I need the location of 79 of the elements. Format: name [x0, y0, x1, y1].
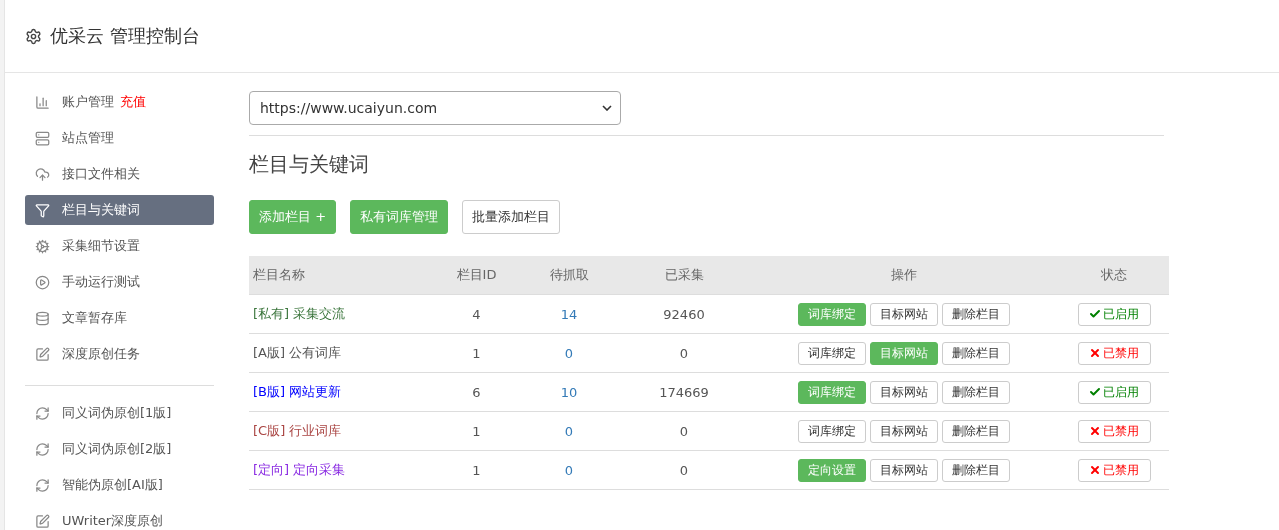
database-icon	[35, 310, 50, 326]
filter-icon	[35, 202, 50, 218]
sidebar-item[interactable]: UWriter深度原创	[25, 506, 214, 530]
chevron-down-icon	[602, 105, 612, 111]
sidebar-item[interactable]: 栏目与关键词	[25, 195, 214, 225]
recharge-link[interactable]: 充值	[120, 93, 146, 111]
column-name: [定向] 定向采集	[253, 461, 346, 479]
table-cell: 0	[564, 462, 574, 478]
row-action-button[interactable]: 删除栏目	[942, 419, 1010, 443]
status-button[interactable]: 已禁用	[1077, 419, 1151, 443]
section-heading: 栏目与关键词	[249, 151, 370, 178]
column-name: [A版] 公有词库	[253, 344, 342, 362]
table-cell: 4	[472, 306, 481, 322]
settings-icon	[25, 27, 42, 45]
sidebar-item[interactable]: 站点管理	[25, 123, 214, 153]
cross-icon	[1089, 347, 1101, 359]
sidebar-item[interactable]: 采集细节设置	[25, 231, 214, 261]
row-action-button[interactable]: 目标网站	[870, 458, 938, 482]
cross-icon	[1089, 464, 1101, 476]
column-header: 状态	[1059, 256, 1169, 295]
column-header: 操作	[749, 256, 1059, 295]
play-icon	[35, 274, 50, 290]
status-button[interactable]: 已禁用	[1077, 458, 1151, 482]
site-select[interactable]: https://www.ucaiyun.com	[249, 91, 621, 125]
sidebar-item[interactable]: 同义词伪原创[1版]	[25, 398, 214, 428]
table-cell: 0	[679, 345, 689, 361]
cross-icon	[1089, 425, 1101, 437]
refresh-icon	[35, 441, 50, 457]
table-cell: 14	[560, 306, 578, 322]
check-icon	[1089, 386, 1101, 398]
status-button[interactable]: 已禁用	[1077, 341, 1151, 365]
row-action-button[interactable]: 词库绑定	[798, 341, 866, 365]
table-cell: 6	[472, 384, 481, 400]
table-cell: 0	[679, 423, 689, 439]
column-name: [私有] 采集交流	[253, 305, 346, 323]
row-action-button[interactable]: 删除栏目	[942, 458, 1010, 482]
refresh-icon	[35, 405, 50, 421]
sidebar-item[interactable]: 接口文件相关	[25, 159, 214, 189]
row-action-button[interactable]: 目标网站	[870, 419, 938, 443]
table-cell: 1	[472, 462, 481, 478]
sidebar-item[interactable]: 深度原创任务	[25, 339, 214, 369]
bar-chart-icon	[35, 94, 50, 110]
cloud-upload-icon	[35, 166, 50, 182]
column-name: [C版] 行业词库	[253, 422, 342, 440]
server-icon	[35, 130, 50, 146]
column-header: 栏目ID	[434, 256, 519, 295]
sidebar-item[interactable]: 手动运行测试	[25, 267, 214, 297]
status-button[interactable]: 已启用	[1077, 302, 1151, 326]
table-cell: 1	[472, 423, 481, 439]
sidebar-item[interactable]: 同义词伪原创[2版]	[25, 434, 214, 464]
table-cell: 1	[472, 345, 481, 361]
edit-icon	[35, 513, 50, 529]
row-action-button[interactable]: 目标网站	[870, 302, 938, 326]
table-cell: 0	[564, 345, 574, 361]
action-button[interactable]: 批量添加栏目	[462, 200, 561, 234]
table-cell: 10	[560, 384, 578, 400]
gear-icon	[35, 238, 50, 254]
check-icon	[1089, 308, 1101, 320]
refresh-icon	[35, 477, 50, 493]
sidebar-item[interactable]: 账户管理 充值	[25, 87, 214, 117]
row-action-button[interactable]: 目标网站	[870, 380, 938, 404]
column-header: 待抓取	[519, 256, 619, 295]
edit-icon	[35, 346, 50, 362]
table-cell: 0	[564, 423, 574, 439]
row-action-button[interactable]: 词库绑定	[798, 419, 866, 443]
column-header: 已采集	[619, 256, 749, 295]
row-action-button[interactable]: 删除栏目	[942, 380, 1010, 404]
menu-label: 账户管理	[62, 93, 114, 111]
app-title: 优采云 管理控制台	[50, 24, 200, 48]
status-button[interactable]: 已启用	[1077, 380, 1151, 404]
sidebar-item[interactable]: 文章暂存库	[25, 303, 214, 333]
sidebar-item[interactable]: 智能伪原创[AI版]	[25, 470, 214, 500]
table-cell: 0	[679, 462, 689, 478]
row-action-button[interactable]: 删除栏目	[942, 341, 1010, 365]
table-cell: 92460	[663, 306, 705, 322]
table-cell: 174669	[659, 384, 709, 400]
column-name: [B版] 网站更新	[253, 383, 342, 401]
column-header: 栏目名称	[249, 256, 434, 295]
row-action-button[interactable]: 删除栏目	[942, 302, 1010, 326]
